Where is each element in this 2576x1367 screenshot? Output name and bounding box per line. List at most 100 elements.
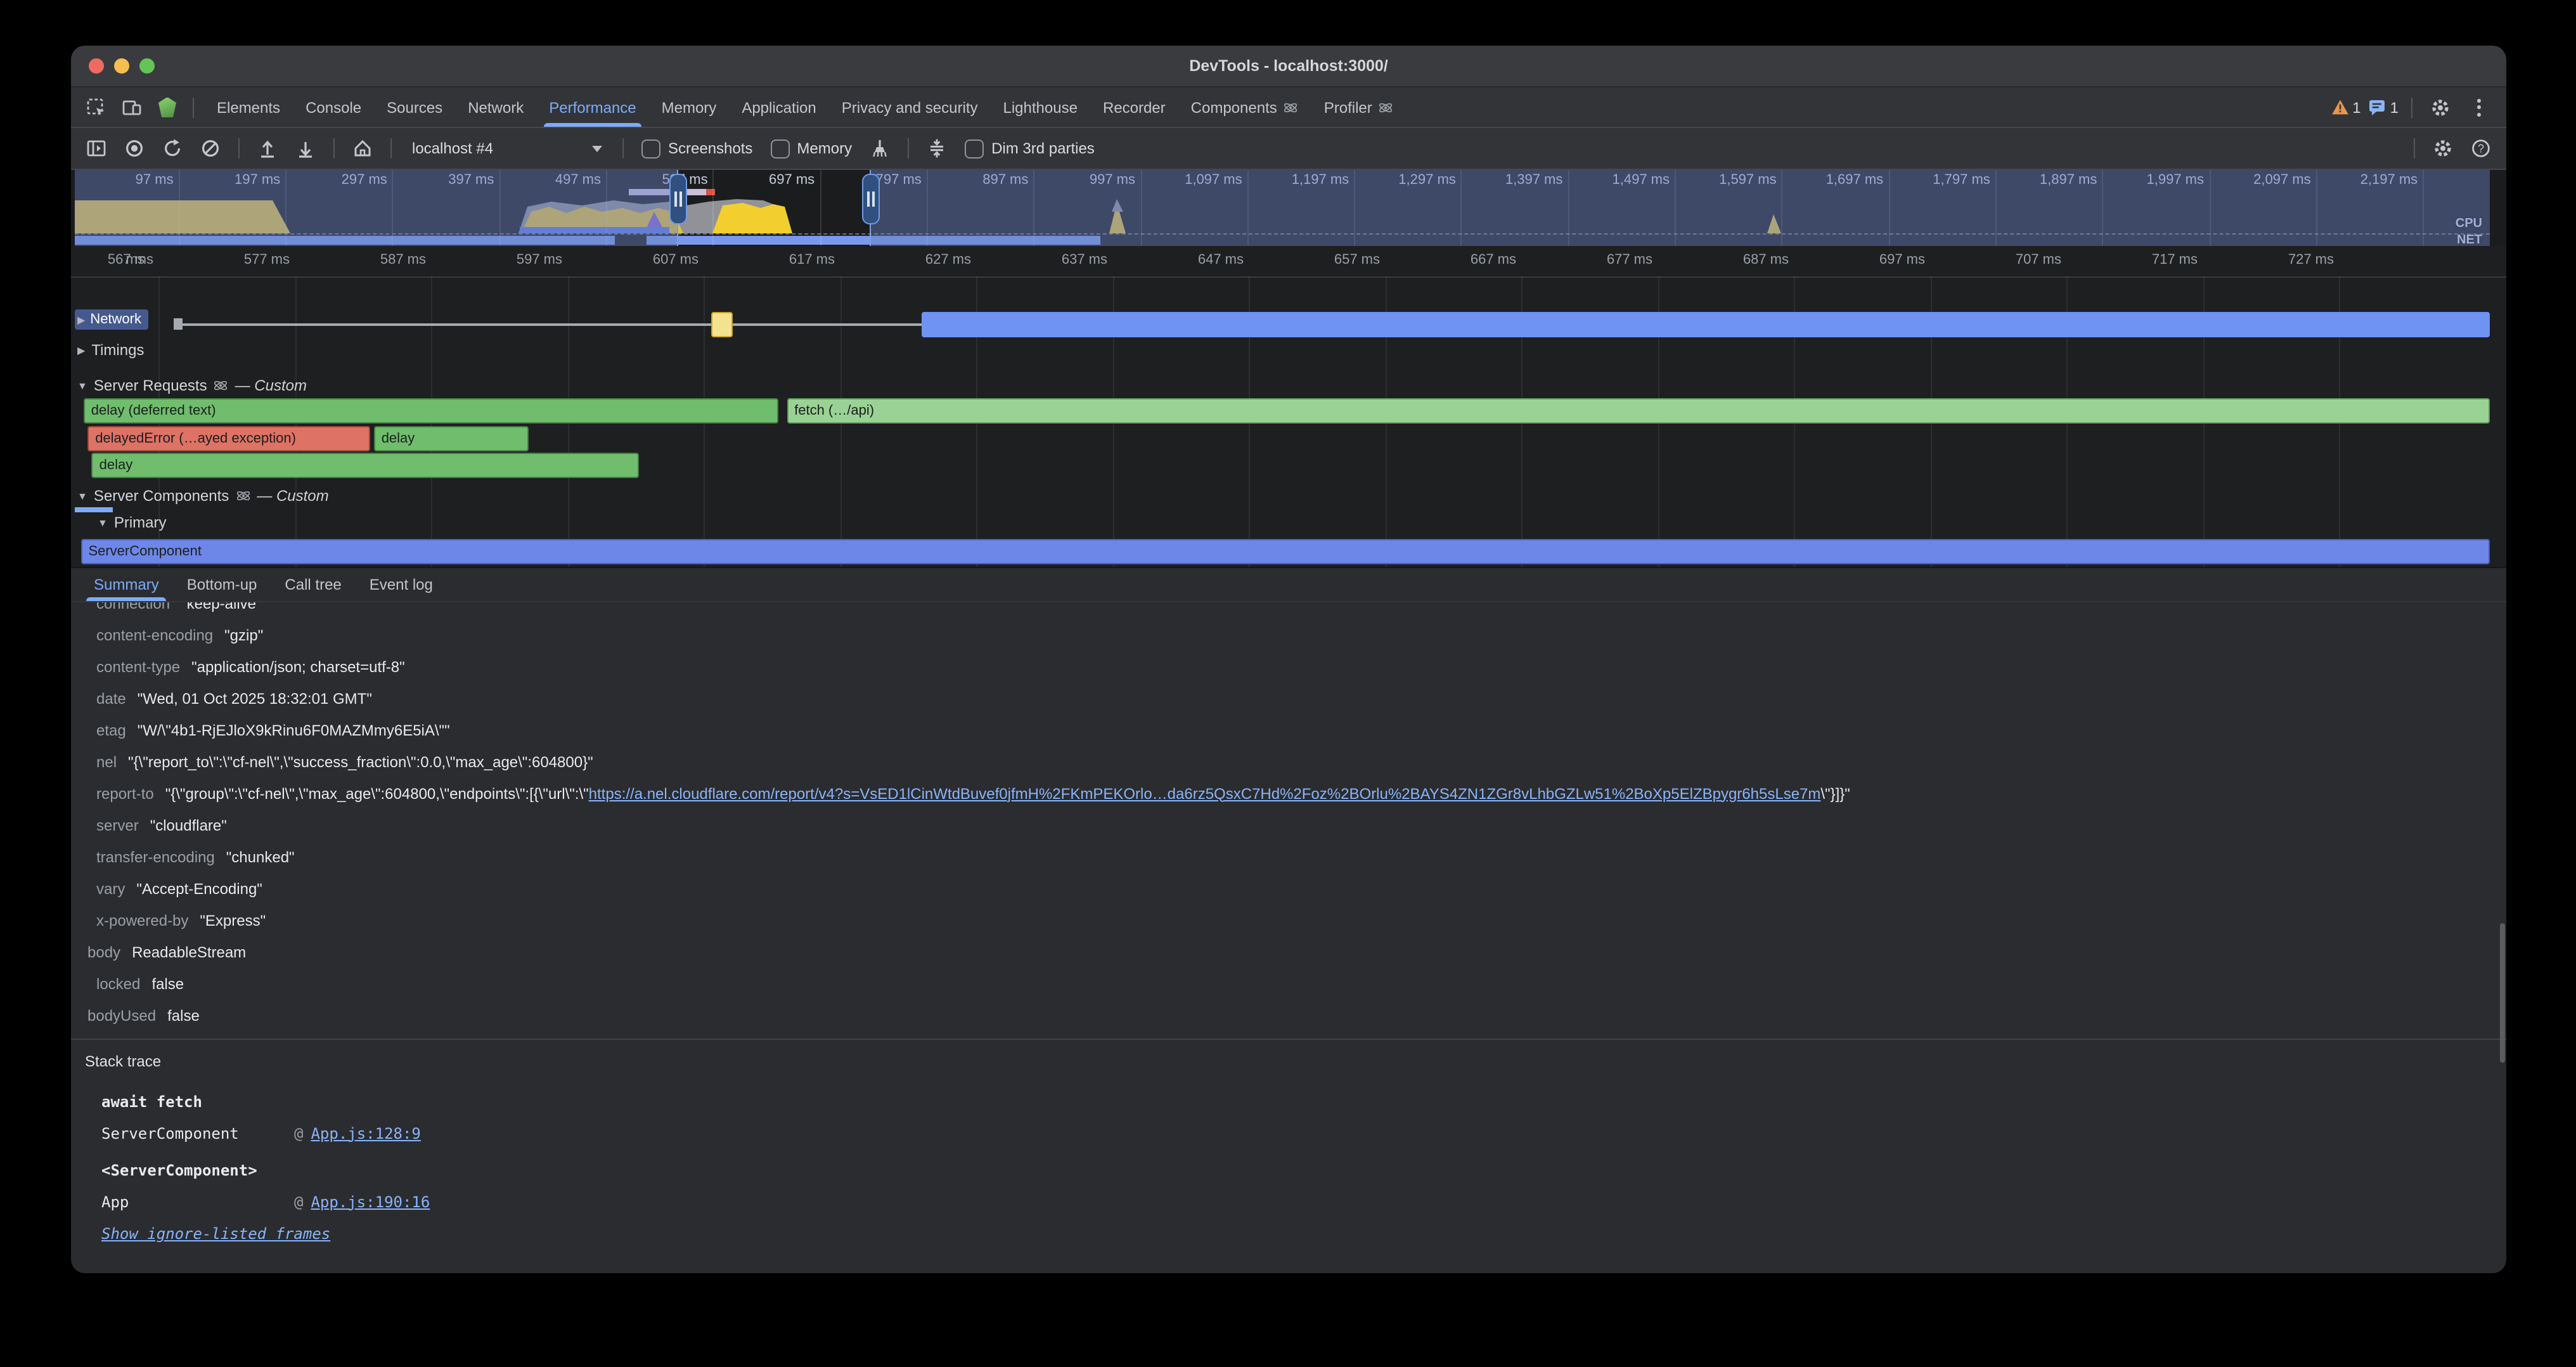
tab-lighthouse[interactable]: Lighthouse	[991, 87, 1090, 127]
tab-label: Performance	[549, 98, 636, 116]
summary-tab-summary[interactable]: Summary	[81, 568, 172, 601]
overview-tick-label: 997 ms	[1046, 172, 1135, 188]
dim-3rd-parties-checkbox[interactable]: Dim 3rd parties	[965, 139, 1095, 158]
timings-track-header[interactable]: ▶Timings	[77, 341, 144, 359]
checkbox-box[interactable]	[641, 139, 660, 158]
property-value: "{\"report_to\":\"cf-nel\",\"success_fra…	[128, 753, 593, 770]
device-toolbar-icon[interactable]	[117, 92, 147, 122]
tab-memory[interactable]: Memory	[649, 87, 730, 127]
history-target-value: localhost #4	[412, 139, 493, 157]
separator	[390, 138, 392, 159]
show-ignore-listed-frames-link[interactable]: Show ignore-listed frames	[85, 1225, 2506, 1243]
home-icon[interactable]	[347, 133, 378, 164]
capture-settings-gear-icon[interactable]	[2428, 133, 2458, 164]
flame-bar[interactable]: delay	[374, 425, 529, 451]
summary-tab-call-tree[interactable]: Call tree	[272, 568, 354, 601]
primary-group-header[interactable]: ▼Primary	[98, 514, 167, 531]
tab-label: Lighthouse	[1003, 98, 1078, 116]
tab-application[interactable]: Application	[729, 87, 828, 127]
property-value: "Accept-Encoding"	[136, 879, 262, 897]
selection-handle-right[interactable]	[862, 174, 880, 224]
overview-tick-line	[1675, 170, 1676, 246]
stack-frame-source-link[interactable]: App.js:128:9	[311, 1124, 420, 1142]
ruler-tick-label: 687 ms	[1675, 252, 1789, 268]
overview-tick-line	[1247, 170, 1249, 246]
toggle-sidebar-icon[interactable]	[81, 133, 112, 164]
tab-recorder[interactable]: Recorder	[1090, 87, 1178, 127]
tab-sources[interactable]: Sources	[374, 87, 455, 127]
track-title: Server Requests	[94, 377, 207, 394]
record-and-reload-icon[interactable]	[157, 133, 188, 164]
network-request-queueing-bar[interactable]	[712, 312, 732, 337]
flame-chart[interactable]: ms567 ms577 ms587 ms597 ms607 ms617 ms62…	[71, 246, 2506, 567]
flame-bar[interactable]: delay	[92, 453, 640, 478]
stack-frame-row: await fetch	[85, 1085, 2506, 1117]
flame-bar[interactable]: delayedError (…ayed exception)	[87, 425, 370, 451]
load-profile-icon[interactable]	[252, 133, 283, 164]
timeline-overview[interactable]: CPU NET 97 ms197 ms297 ms397 ms497 ms597…	[71, 170, 2506, 246]
tabbar-left-tools	[71, 87, 204, 127]
overview-tick-line	[179, 170, 180, 246]
tab-components[interactable]: Components	[1178, 87, 1311, 127]
clear-icon[interactable]	[195, 133, 226, 164]
more-options-kebab-icon[interactable]	[2463, 92, 2494, 122]
ruler-tick-label: 677 ms	[1538, 252, 1652, 268]
stack-frame-source-link[interactable]: App.js:190:16	[311, 1193, 430, 1210]
ruler-tick-label: 667 ms	[1402, 252, 1516, 268]
response-properties-list: connection"keep-alive"content-encoding"g…	[71, 602, 2506, 1031]
summary-scrollbar-thumb[interactable]	[2500, 923, 2505, 1063]
overview-tick-line	[2102, 170, 2103, 246]
svg-text:?: ?	[2478, 142, 2484, 155]
server-requests-track-header[interactable]: ▼Server Requests— Custom	[77, 377, 307, 394]
garbage-collect-broom-icon[interactable]	[865, 133, 895, 164]
overview-tick-line	[2316, 170, 2317, 246]
collapse-sections-icon[interactable]	[922, 133, 952, 164]
tab-label: Console	[306, 98, 361, 116]
atom-icon	[1284, 100, 1299, 115]
server-components-track-header[interactable]: ▼Server Components— Custom	[77, 487, 329, 505]
selection-handle-left[interactable]	[669, 174, 686, 224]
save-profile-icon[interactable]	[290, 133, 321, 164]
tab-elements[interactable]: Elements	[204, 87, 293, 127]
flame-bar[interactable]: ServerComponent	[80, 539, 2490, 564]
record-icon[interactable]	[119, 133, 150, 164]
issues-badge[interactable]: 1	[2369, 98, 2399, 116]
tab-profiler[interactable]: Profiler	[1311, 87, 1407, 127]
warnings-badge[interactable]: 1	[2331, 98, 2360, 116]
tab-console[interactable]: Console	[293, 87, 374, 127]
property-value: false	[167, 1006, 200, 1024]
tab-privacy-and-security[interactable]: Privacy and security	[829, 87, 991, 127]
summary-tab-event-log[interactable]: Event log	[357, 568, 446, 601]
screenshots-checkbox[interactable]: Screenshots	[641, 139, 752, 158]
ruler-tick-label: 637 ms	[993, 252, 1107, 268]
property-value: "cloudflare"	[150, 816, 227, 834]
separator	[908, 138, 909, 159]
checkbox-box[interactable]	[770, 139, 789, 158]
network-request-bar[interactable]	[922, 312, 2490, 337]
checkbox-box[interactable]	[965, 139, 984, 158]
inspect-element-icon[interactable]	[81, 92, 112, 122]
network-track-header[interactable]: ▶Network	[75, 309, 148, 330]
property-value: "gzip"	[224, 626, 263, 644]
tab-performance[interactable]: Performance	[536, 87, 648, 127]
timeline-ruler: ms567 ms577 ms587 ms597 ms607 ms617 ms62…	[71, 246, 2506, 278]
property-row: connection"keep-alive"	[71, 602, 2506, 619]
flame-bar[interactable]: fetch (…/api)	[787, 398, 2490, 424]
help-icon[interactable]: ?	[2466, 133, 2496, 164]
triangle-down-icon: ▼	[77, 380, 87, 391]
summary-pane: SummaryBottom-upCall tree Event log conne…	[71, 567, 2506, 1273]
memory-checkbox[interactable]: Memory	[770, 139, 852, 158]
screen: DevTools - localhost:3000/ ElementsConso…	[0, 0, 2576, 1367]
overview-tick-label: 2,097 ms	[2222, 172, 2311, 188]
property-key: date	[96, 689, 126, 707]
history-target-select[interactable]: localhost #4	[404, 137, 610, 160]
summary-tab-bottom-up[interactable]: Bottom-up	[174, 568, 270, 601]
flame-bar[interactable]: delay (deferred text)	[84, 398, 779, 424]
tab-network[interactable]: Network	[455, 87, 536, 127]
settings-gear-icon[interactable]	[2425, 92, 2456, 122]
summary-tab-label: Event log	[370, 576, 433, 593]
overview-tick-line	[927, 170, 928, 246]
flame-bar-label: delay	[100, 458, 133, 473]
property-value: "W/\"4b1-RjEJloX9kRinu6F0MAZMmy6E5iA\""	[138, 721, 450, 739]
report-endpoint-link[interactable]: https://a.nel.cloudflare.com/report/v4?s…	[589, 784, 1821, 802]
